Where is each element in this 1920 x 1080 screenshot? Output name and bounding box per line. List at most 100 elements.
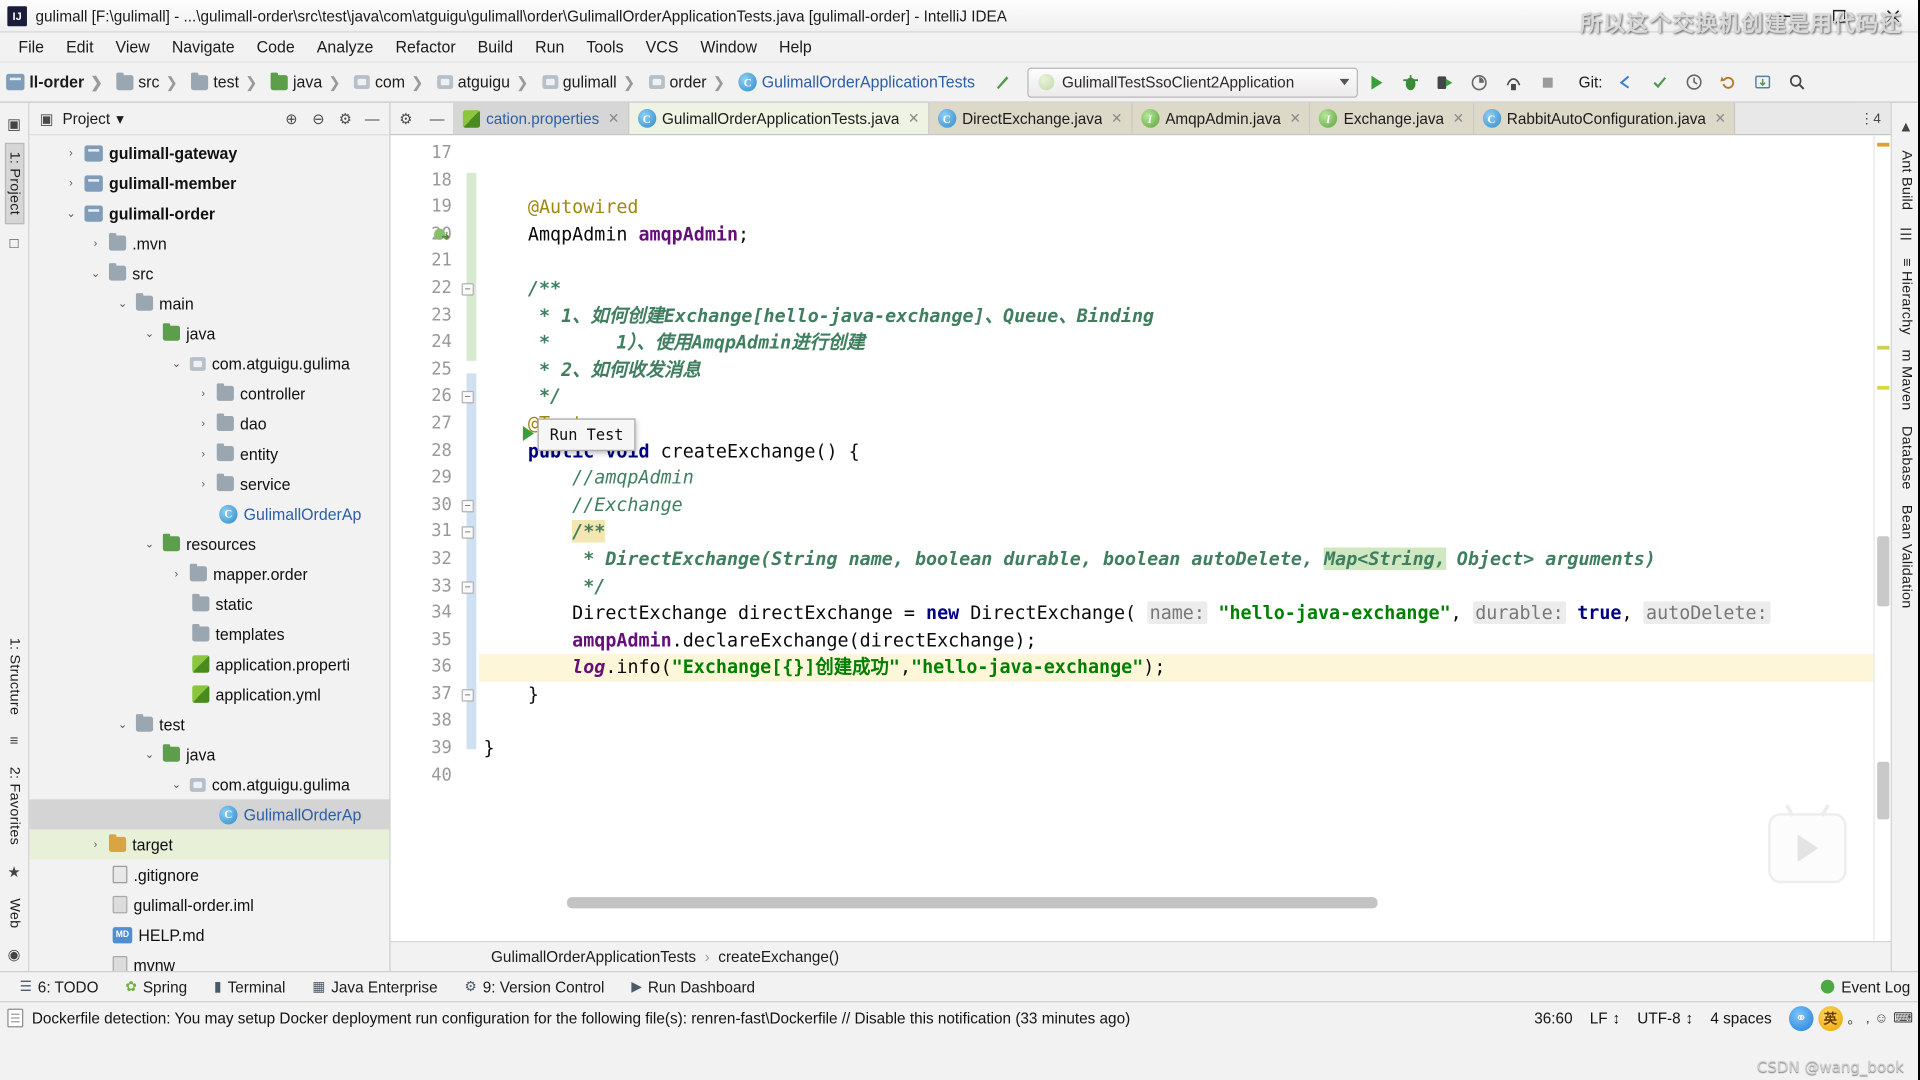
attach-profiler-button[interactable] [1498,66,1530,99]
hide-icon[interactable]: — [362,108,382,128]
nav-crumb-java[interactable]: java ❯ [267,71,350,92]
code-text[interactable]: @Autowired AmqpAdmin amqpAdmin; /** * 1、… [478,135,1874,941]
menu-edit[interactable]: Edit [55,35,104,59]
menu-file[interactable]: File [7,35,55,59]
close-icon[interactable]: ✕ [1289,110,1300,127]
tree-row[interactable]: ⌄ com.atguigu.gulima [29,348,389,378]
toolwindow-run-dashboard[interactable]: ▶ Run Dashboard [619,975,767,998]
tab-gulimall-order-application-tests[interactable]: C GulimallOrderApplicationTests.java ✕ [628,102,930,135]
profile-button[interactable] [1464,66,1496,99]
tree-row-selected[interactable]: C GulimallOrderAp [29,799,390,830]
close-icon[interactable]: ✕ [1714,110,1725,127]
chevron-down-icon[interactable]: ⌄ [169,356,184,370]
tree-row[interactable]: C GulimallOrderAp [29,499,389,529]
git-rollback-button[interactable] [1713,66,1745,99]
fold-marker-icon[interactable]: − [461,283,474,296]
run-with-coverage-button[interactable] [1429,66,1461,99]
chevron-right-icon[interactable]: › [64,147,79,160]
chevron-right-icon[interactable]: › [88,838,103,851]
nav-crumb-gulimall[interactable]: gulimall ❯ [538,71,645,92]
tab-application-properties[interactable]: cation.properties ✕ [454,102,629,135]
search-everywhere-icon[interactable] [1781,66,1813,99]
indent-setting[interactable]: 4 spaces [1710,1009,1771,1027]
expand-all-icon[interactable]: ⊕ [282,108,302,128]
tree-row[interactable]: mvnw [29,950,389,971]
settings-gear-icon[interactable]: ⚙ [399,110,412,128]
ime-symbol-icon[interactable]: ⌨ [1893,1010,1912,1026]
chevron-down-icon[interactable]: ⌄ [169,777,184,791]
tree-row[interactable]: › gulimall-member [29,168,389,198]
tree-row[interactable]: static [29,589,389,619]
tree-row[interactable]: ⌄ main [29,288,389,318]
breadcrumb-method[interactable]: createExchange() [718,948,839,966]
fold-marker-icon[interactable]: − [461,688,474,702]
tree-row[interactable]: application.yml [29,679,389,709]
toolwindow-java-enterprise[interactable]: ▦ Java Enterprise [300,975,450,998]
tree-row[interactable]: › target [29,829,390,860]
chevron-right-icon[interactable]: › [88,237,103,250]
chevron-down-icon[interactable]: ⌄ [142,537,157,551]
chevron-right-icon[interactable]: › [169,568,184,581]
override-marker-icon[interactable] [432,227,450,245]
stripe-thumb[interactable] [1877,536,1890,607]
tree-row[interactable]: ⌄ src [29,258,389,288]
fold-marker-icon[interactable]: − [461,526,474,540]
make-project-icon[interactable] [986,66,1018,99]
toolwindow-spring[interactable]: ✿ Spring [113,975,199,998]
nav-crumb-class[interactable]: C GulimallOrderApplicationTests [735,71,979,92]
stripe-thumb[interactable] [1877,761,1890,820]
toolwindow-todo[interactable]: ☰ 6: TODO [7,975,110,998]
nav-crumb-atguigu[interactable]: atguigu ❯ [433,71,538,92]
status-message-group[interactable]: Dockerfile detection: You may setup Dock… [7,1008,1130,1028]
chevron-down-icon[interactable]: ⌄ [88,266,103,280]
nav-crumb-src[interactable]: src ❯ [112,71,187,92]
stripe-warning-marker[interactable] [1877,385,1890,390]
menu-build[interactable]: Build [467,35,524,59]
tab-exchange[interactable]: I Exchange.java ✕ [1310,102,1474,135]
chevron-down-icon[interactable]: ⌄ [142,747,157,761]
tab-overflow-button[interactable]: ⋮4 [1850,102,1891,135]
rail-item-favorites[interactable]: 2: Favorites [6,760,23,853]
ime-symbol-icon[interactable]: 。 [1848,1008,1861,1028]
chevron-right-icon[interactable]: › [196,417,211,430]
chevron-right-icon[interactable]: › [196,447,211,460]
editor-horizontal-scrollbar[interactable] [566,897,1678,909]
menu-navigate[interactable]: Navigate [161,35,246,59]
close-icon[interactable]: ✕ [908,110,919,127]
settings-icon[interactable]: ⚙ [336,108,356,128]
rail-item-project[interactable]: 1: Project [4,142,24,224]
tree-row[interactable]: .gitignore [29,859,389,889]
ime-indicator-group[interactable]: ⚭ 英 。 , ☺ ⌨ [1788,1005,1913,1031]
git-update-button[interactable] [1610,66,1642,99]
nav-crumb-order[interactable]: order ❯ [645,71,735,92]
tree-row[interactable]: templates [29,619,389,649]
menu-view[interactable]: View [105,35,161,59]
rail-item-structure[interactable]: 1: Structure [6,630,23,723]
tree-row[interactable]: MD HELP.md [29,920,389,950]
rail-item-maven[interactable]: m Maven [1897,342,1914,418]
menu-analyze[interactable]: Analyze [306,35,385,59]
tree-row[interactable]: › entity [29,439,389,469]
tree-row[interactable]: › .mvn [29,228,389,258]
run-test-gutter-icon[interactable] [522,425,534,442]
nav-crumb-test[interactable]: test ❯ [188,71,268,92]
tab-rabbit-auto-configuration[interactable]: C RabbitAutoConfiguration.java ✕ [1473,102,1736,135]
fold-marker-icon[interactable]: − [461,580,474,594]
git-commit-button[interactable] [1644,66,1676,99]
stripe-warning-marker[interactable] [1877,142,1890,147]
code-editor[interactable]: 17 18 19 20 21 22− 23 24 25 [390,135,1891,941]
rail-item-bean-validation[interactable]: Bean Validation [1897,497,1914,616]
caret-position[interactable]: 36:60 [1534,1009,1572,1027]
rail-item-ant-build[interactable]: Ant Build [1897,143,1914,218]
menu-code[interactable]: Code [246,35,306,59]
toolwindow-version-control[interactable]: ⚙ 9: Version Control [452,975,616,998]
close-icon[interactable]: ✕ [608,110,619,127]
tree-row[interactable]: › gulimall-gateway [29,138,389,168]
run-configuration-selector[interactable]: GulimallTestSsoClient2Application [1027,67,1359,98]
tree-row[interactable]: ⌄ gulimall-order [29,198,389,228]
ime-symbol-icon[interactable]: ☺ [1875,1010,1889,1025]
menu-refactor[interactable]: Refactor [384,35,466,59]
chevron-right-icon[interactable]: › [196,477,211,490]
tab-amqp-admin[interactable]: I AmqpAdmin.java ✕ [1132,102,1311,135]
tree-row[interactable]: ⌄ java [29,739,389,769]
